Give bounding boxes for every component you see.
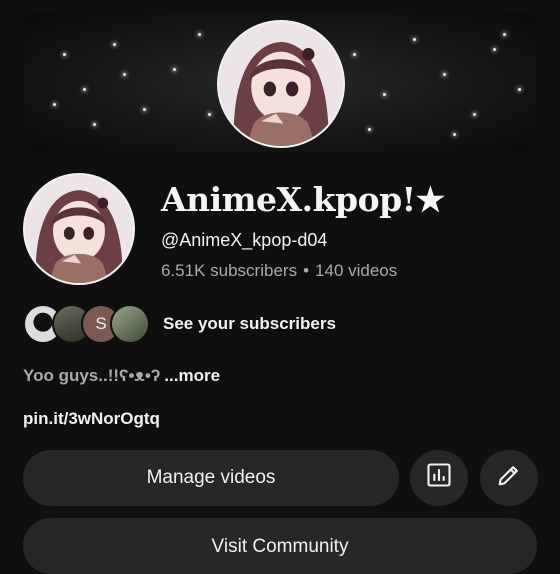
- banner-sparkle: [63, 53, 66, 56]
- banner-sparkle: [493, 48, 496, 51]
- banner-sparkle: [198, 33, 201, 36]
- banner-sparkle: [173, 68, 176, 71]
- analytics-icon: [425, 461, 453, 495]
- channel-handle: @AnimeX_kpop-d04: [161, 230, 328, 250]
- channel-avatar[interactable]: [23, 173, 135, 285]
- description-text: Yoo guys..!!ʕ•ᴥ•ʔ: [23, 366, 161, 385]
- see-subscribers-row[interactable]: S See your subscribers: [23, 304, 336, 344]
- subscriber-avatar-4: [110, 304, 150, 344]
- video-count: 140 videos: [315, 261, 398, 280]
- see-subscribers-label: See your subscribers: [163, 314, 336, 333]
- banner-sparkle: [518, 88, 521, 91]
- more-link[interactable]: ...more: [164, 366, 220, 385]
- stats-separator: •: [303, 261, 310, 280]
- banner-sparkle: [503, 33, 506, 36]
- subscriber-count: 6.51K subscribers: [161, 261, 298, 280]
- banner-sparkle: [473, 113, 476, 116]
- banner-sparkle: [143, 108, 146, 111]
- banner-sparkle: [368, 128, 371, 131]
- subscriber-avatar-letter: S: [95, 314, 107, 333]
- channel-link[interactable]: pin.it/3wNorOgtq: [23, 409, 160, 429]
- banner-sparkle: [413, 38, 416, 41]
- edit-channel-button[interactable]: [480, 450, 538, 506]
- banner-sparkle: [123, 73, 126, 76]
- banner-sparkle: [443, 73, 446, 76]
- channel-stats: 6.51K subscribers • 140 videos: [161, 261, 397, 281]
- banner-sparkle: [353, 53, 356, 56]
- banner-sparkle: [113, 43, 116, 46]
- analytics-button[interactable]: [410, 450, 468, 506]
- channel-description[interactable]: Yoo guys..!!ʕ•ᴥ•ʔ ...more: [23, 366, 220, 386]
- pencil-icon: [495, 461, 523, 495]
- manage-videos-button[interactable]: Manage videos: [23, 450, 399, 506]
- banner-sparkle: [208, 113, 211, 116]
- banner-sparkle: [453, 133, 456, 136]
- banner-sparkle: [93, 123, 96, 126]
- banner-sparkle: [53, 103, 56, 106]
- visit-community-button[interactable]: Visit Community: [23, 518, 537, 574]
- banner-avatar-image: [217, 20, 345, 148]
- banner-sparkle: [83, 88, 86, 91]
- banner-sparkle: [383, 93, 386, 96]
- channel-name: AnimeX.kpop!★: [161, 180, 445, 219]
